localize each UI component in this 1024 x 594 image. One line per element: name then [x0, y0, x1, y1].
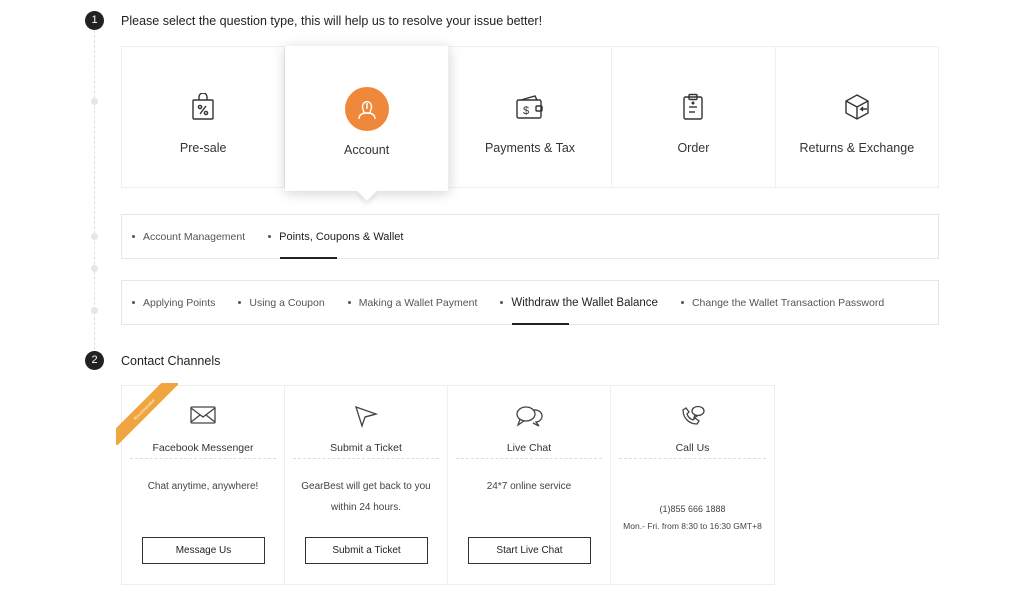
timeline-dot	[91, 307, 98, 314]
timeline-line	[94, 20, 95, 350]
step-2-badge: 2	[85, 351, 104, 370]
phone-chat-icon	[611, 404, 774, 430]
user-account-icon	[344, 86, 389, 131]
service-hours: Mon.- Fri. from 8:30 to 16:30 GMT+8	[623, 521, 762, 531]
active-underline	[280, 257, 338, 259]
topic-making-wallet-payment[interactable]: Making a Wallet Payment	[348, 281, 478, 324]
type-order[interactable]: Order	[612, 47, 776, 187]
topic-change-wallet-password[interactable]: Change the Wallet Transaction Password	[681, 281, 884, 324]
type-label: Order	[677, 141, 710, 155]
channel-desc: 24*7 online service	[486, 481, 572, 492]
timeline-dot	[91, 233, 98, 240]
account-subtopic-bar: Account Management Points, Coupons & Wal…	[121, 214, 939, 259]
channel-name: Submit a Ticket	[330, 442, 402, 454]
active-underline	[512, 323, 570, 325]
question-type-grid: Pre-sale Account $ Payments & Tax Order …	[121, 46, 939, 191]
step-1-badge: 1	[85, 11, 104, 30]
message-us-button[interactable]: Message Us	[142, 537, 265, 564]
subtopic-account-management[interactable]: Account Management	[132, 215, 245, 258]
channel-name: Live Chat	[506, 442, 552, 454]
channel-name: Facebook Messenger	[152, 442, 254, 454]
channel-name: Call Us	[675, 442, 710, 454]
channel-facebook-messenger: Recommended Facebook Messenger Chat anyt…	[116, 383, 285, 584]
timeline-dot	[91, 98, 98, 105]
type-label: Pre-sale	[179, 141, 227, 155]
step-1-title: Please select the question type, this wi…	[121, 14, 543, 28]
topic-using-coupon[interactable]: Using a Coupon	[238, 281, 324, 324]
timeline-dot	[91, 265, 98, 272]
channel-call-us: Call Us (1)855 666 1888 Mon.- Fri. from …	[611, 386, 774, 584]
type-returns-exchange[interactable]: Returns & Exchange	[776, 47, 938, 187]
shopping-bag-percent-icon	[181, 85, 225, 129]
type-pre-sale[interactable]: Pre-sale	[122, 47, 286, 187]
clipboard-order-icon	[671, 85, 715, 129]
svg-text:$: $	[523, 105, 529, 117]
type-label: Returns & Exchange	[799, 141, 915, 155]
type-label: Account	[344, 142, 390, 157]
wallet-topic-bar: Applying Points Using a Coupon Making a …	[121, 280, 939, 325]
phone-number: (1)855 666 1888	[659, 504, 726, 514]
start-live-chat-button[interactable]: Start Live Chat	[468, 537, 591, 564]
divider	[619, 458, 766, 459]
topic-withdraw-wallet-balance[interactable]: Withdraw the Wallet Balance	[500, 281, 658, 325]
paper-plane-icon	[285, 404, 447, 430]
step-2-title: Contact Channels	[121, 354, 221, 368]
channel-desc: Chat anytime, anywhere!	[147, 481, 259, 492]
divider	[293, 458, 439, 459]
type-payments-tax[interactable]: $ Payments & Tax	[449, 47, 613, 187]
type-label: Payments & Tax	[484, 141, 576, 155]
type-account[interactable]: Account	[285, 46, 449, 191]
divider	[456, 458, 602, 459]
subtopic-points-coupons-wallet[interactable]: Points, Coupons & Wallet	[268, 215, 403, 259]
envelope-icon	[122, 404, 284, 430]
channel-submit-ticket: Submit a Ticket GearBest will get back t…	[285, 386, 448, 584]
wallet-dollar-icon: $	[508, 85, 552, 129]
channel-live-chat: Live Chat 24*7 online service Start Live…	[448, 386, 611, 584]
contact-channels: Recommended Facebook Messenger Chat anyt…	[116, 383, 775, 585]
box-return-icon	[835, 85, 879, 129]
divider	[130, 458, 276, 459]
chat-bubbles-icon	[448, 404, 610, 430]
channel-desc: GearBest will get back to you within 24 …	[301, 481, 431, 513]
submit-ticket-button[interactable]: Submit a Ticket	[305, 537, 428, 564]
topic-applying-points[interactable]: Applying Points	[132, 281, 215, 324]
